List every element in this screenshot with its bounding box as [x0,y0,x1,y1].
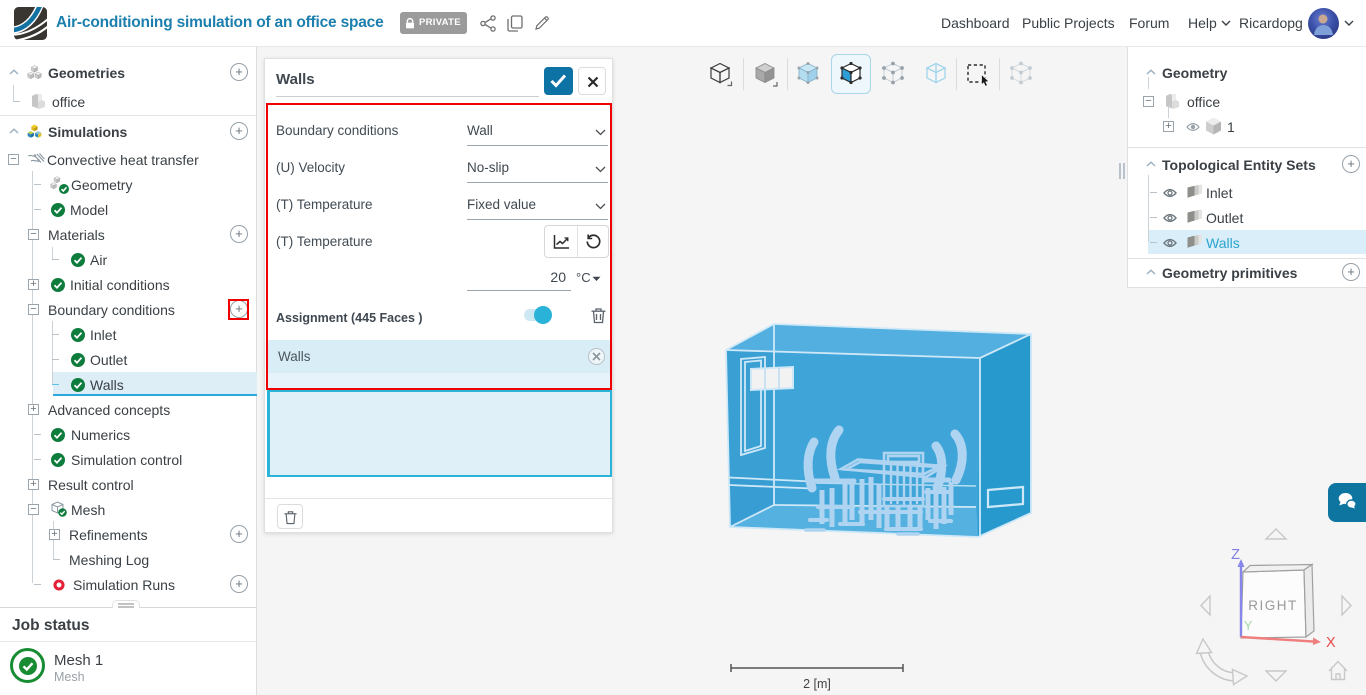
svg-text:RIGHT: RIGHT [1248,598,1298,613]
svg-text:2 [m]: 2 [m] [803,677,831,691]
svg-text:X: X [1326,635,1336,651]
svg-text:Y: Y [1244,619,1253,633]
svg-text:Z: Z [1231,547,1240,563]
